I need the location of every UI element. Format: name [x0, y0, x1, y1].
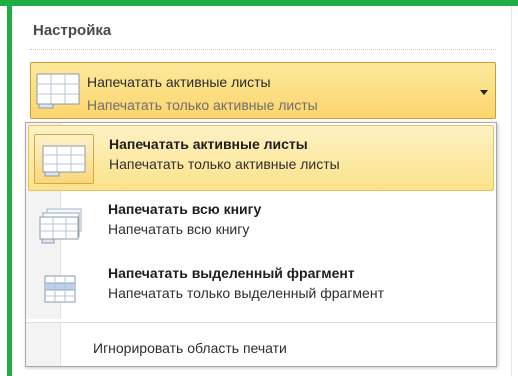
- selection-icon: [33, 263, 93, 313]
- ignore-print-area-option[interactable]: Игнорировать область печати: [26, 323, 496, 367]
- active-sheets-icon: [34, 134, 94, 184]
- menu-item-entire-workbook[interactable]: Напечатать всю книгу Напечатать всю книг…: [28, 191, 494, 257]
- menu-item-subtitle: Напечатать только выделенный фрагмент: [108, 285, 384, 301]
- window-accent-left: [7, 0, 12, 376]
- window-accent-top: [0, 0, 518, 6]
- menu-item-subtitle: Напечатать только активные листы: [109, 156, 340, 172]
- print-what-dropdown[interactable]: Напечатать активные листы Напечатать тол…: [30, 62, 496, 119]
- menu-item-subtitle: Напечатать всю книгу: [108, 221, 250, 237]
- menu-item-title: Напечатать всю книгу: [108, 201, 262, 217]
- menu-item-title: Напечатать выделенный фрагмент: [108, 265, 355, 281]
- workbook-icon: [33, 199, 93, 249]
- settings-heading: Настройка: [33, 22, 112, 39]
- ignore-print-area-label: Игнорировать область печати: [93, 340, 287, 356]
- menu-item-selection[interactable]: Напечатать выделенный фрагмент Напечатат…: [28, 255, 494, 321]
- dropdown-selected-subtitle: Напечатать только активные листы: [87, 97, 318, 113]
- dropdown-selected-title: Напечатать активные листы: [87, 74, 271, 90]
- print-what-menu: Напечатать активные листы Напечатать тол…: [25, 122, 497, 367]
- menu-icon-gutter: [26, 323, 61, 366]
- menu-item-title: Напечатать активные листы: [109, 136, 308, 152]
- chevron-down-icon: [480, 90, 488, 95]
- sheet-icon: [35, 72, 81, 115]
- panel-border: [511, 6, 512, 376]
- heading-separator: [30, 49, 496, 50]
- menu-item-active-sheets[interactable]: Напечатать активные листы Напечатать тол…: [28, 125, 494, 191]
